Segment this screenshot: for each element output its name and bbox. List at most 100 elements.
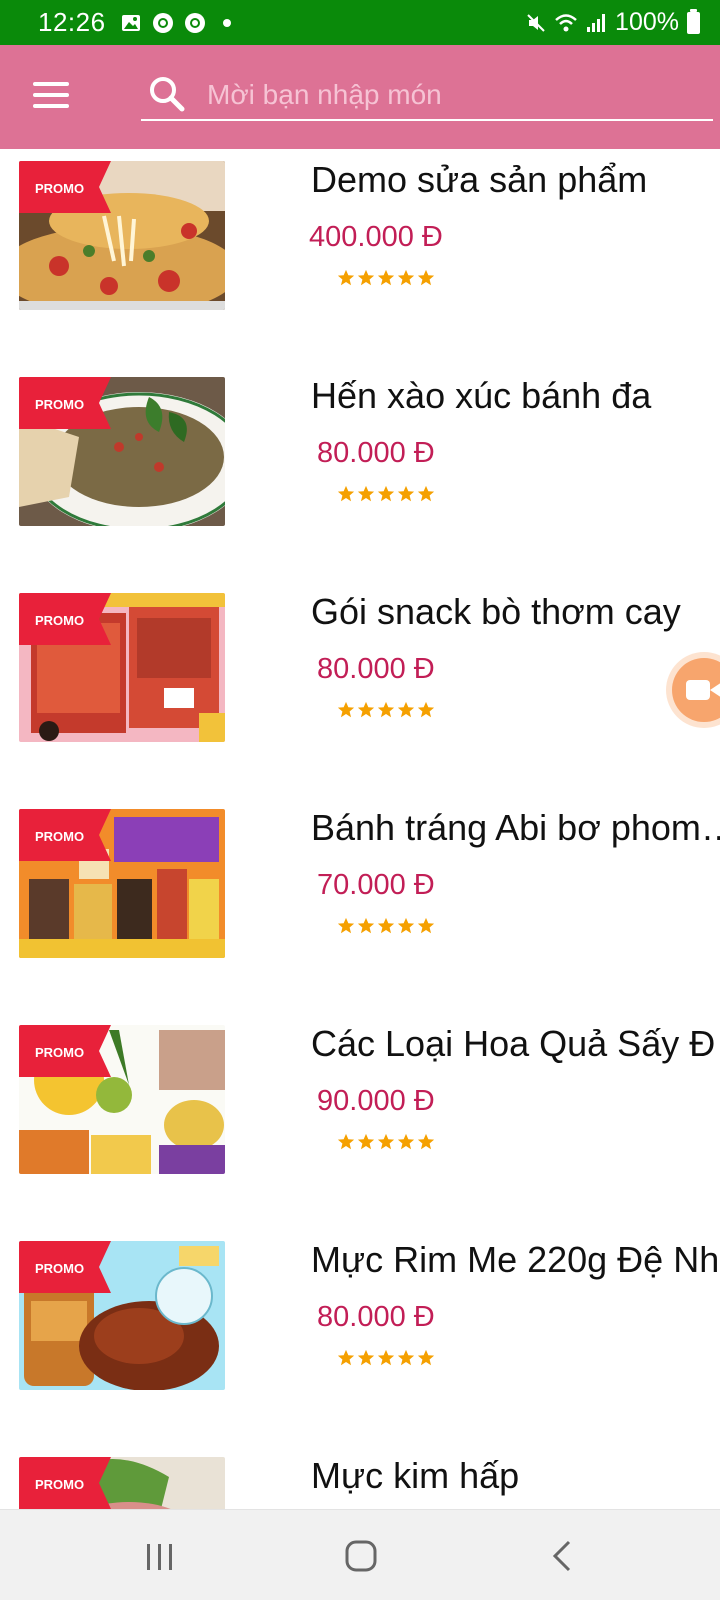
rating-stars xyxy=(337,701,435,719)
promo-badge: PROMO xyxy=(19,1241,111,1293)
battery-icon xyxy=(687,8,700,34)
star-icon xyxy=(357,917,375,934)
promo-label: PROMO xyxy=(35,181,84,196)
star-icon xyxy=(357,485,375,502)
product-image[interactable]: PROMO xyxy=(19,1241,225,1390)
star-icon xyxy=(377,1133,395,1150)
star-icon xyxy=(337,485,355,502)
app-bar xyxy=(0,45,720,149)
wifi-icon xyxy=(555,13,577,31)
promo-label: PROMO xyxy=(35,829,84,844)
product-price: 70.000 Đ xyxy=(317,869,435,901)
rating-stars xyxy=(337,1133,435,1151)
star-icon xyxy=(337,1349,355,1366)
star-icon xyxy=(417,701,435,718)
promo-label: PROMO xyxy=(35,1045,84,1060)
product-price: 90.000 Đ xyxy=(317,1085,435,1117)
promo-badge: PROMO xyxy=(19,593,111,645)
promo-label: PROMO xyxy=(35,397,84,412)
product-image[interactable]: PROMO xyxy=(19,593,225,742)
status-time: 12:26 xyxy=(38,7,106,37)
promo-label: PROMO xyxy=(35,613,84,628)
search-icon xyxy=(150,77,185,112)
product-name[interactable]: Mực kim hấp xyxy=(311,1455,519,1497)
product-item[interactable]: PROMO Hến xào xúc bánh đa 80.000 Đ xyxy=(0,365,720,581)
hamburger-icon-line xyxy=(33,104,69,108)
product-name[interactable]: Hến xào xúc bánh đa xyxy=(311,375,651,417)
star-icon xyxy=(357,1133,375,1150)
product-name[interactable]: Gói snack bò thơm cay xyxy=(311,591,681,633)
home-icon[interactable] xyxy=(331,1532,391,1580)
star-icon xyxy=(377,701,395,718)
product-image[interactable]: PROMO xyxy=(19,161,225,310)
signal-icon xyxy=(587,13,606,32)
star-icon xyxy=(397,485,415,502)
star-icon xyxy=(377,917,395,934)
product-item[interactable]: PROMO Các Loại Hoa Quả Sấy Đ 90.000 Đ xyxy=(0,1013,720,1229)
product-image[interactable]: PROMO xyxy=(19,377,225,526)
star-icon xyxy=(337,1133,355,1150)
promo-badge: PROMO xyxy=(19,377,111,429)
star-icon xyxy=(337,269,355,286)
product-price: 80.000 Đ xyxy=(317,437,435,469)
star-icon xyxy=(377,1349,395,1366)
image-icon xyxy=(121,14,140,31)
product-item[interactable]: PROMO Demo sửa sản phẩm 400.000 Đ xyxy=(0,149,720,365)
status-bar: 12:26 100% xyxy=(0,0,720,45)
recent-apps-icon[interactable] xyxy=(130,1532,190,1580)
product-name[interactable]: Các Loại Hoa Quả Sấy Đ xyxy=(311,1023,715,1065)
star-icon xyxy=(397,269,415,286)
status-right: 100% xyxy=(525,8,700,37)
product-price: 400.000 Đ xyxy=(309,221,443,253)
star-icon xyxy=(417,917,435,934)
star-icon xyxy=(417,269,435,286)
star-icon xyxy=(417,1133,435,1150)
product-name[interactable]: Mực Rim Me 220g Đệ Nh xyxy=(311,1239,719,1281)
chrome-icon xyxy=(152,12,173,33)
video-camera-icon xyxy=(686,680,720,700)
product-image[interactable]: PROMO xyxy=(19,1457,225,1509)
product-item[interactable]: PROMO Bánh tráng Abi bơ phom… 70.000 Đ xyxy=(0,797,720,1013)
star-icon xyxy=(417,485,435,502)
product-price: 80.000 Đ xyxy=(317,653,435,685)
rating-stars xyxy=(337,1349,435,1367)
product-name[interactable]: Bánh tráng Abi bơ phom… xyxy=(311,807,720,849)
product-image[interactable]: PROMO xyxy=(19,1025,225,1174)
star-icon xyxy=(397,1133,415,1150)
product-name[interactable]: Demo sửa sản phẩm xyxy=(311,159,647,201)
product-image[interactable]: PROMO xyxy=(19,809,225,958)
chrome-icon xyxy=(184,12,205,33)
rating-stars xyxy=(337,485,435,503)
star-icon xyxy=(377,269,395,286)
promo-label: PROMO xyxy=(35,1477,84,1492)
star-icon xyxy=(397,1349,415,1366)
product-item[interactable]: PROMO Mực Rim Me 220g Đệ Nh 80.000 Đ xyxy=(0,1229,720,1445)
hamburger-menu-button[interactable] xyxy=(28,75,74,115)
back-icon[interactable] xyxy=(533,1532,593,1580)
hamburger-icon-line xyxy=(33,93,69,97)
search-bar[interactable] xyxy=(141,71,713,121)
rating-stars xyxy=(337,917,435,935)
star-icon xyxy=(357,1349,375,1366)
dot-icon xyxy=(222,18,231,27)
promo-label: PROMO xyxy=(35,1261,84,1276)
hamburger-icon-line xyxy=(33,82,69,86)
product-list[interactable]: PROMO Demo sửa sản phẩm 400.000 Đ PROMO … xyxy=(0,149,720,1509)
promo-badge: PROMO xyxy=(19,1457,111,1509)
star-icon xyxy=(377,485,395,502)
search-input[interactable] xyxy=(207,79,687,111)
promo-badge: PROMO xyxy=(19,161,111,213)
rating-stars xyxy=(337,269,435,287)
system-navigation-bar xyxy=(0,1509,720,1600)
star-icon xyxy=(357,701,375,718)
battery-percent: 100% xyxy=(615,8,679,36)
star-icon xyxy=(337,917,355,934)
star-icon xyxy=(417,1349,435,1366)
product-item[interactable]: PROMO Mực kim hấp xyxy=(0,1445,720,1509)
product-price: 80.000 Đ xyxy=(317,1301,435,1333)
star-icon xyxy=(397,917,415,934)
app-screen: 12:26 100% Mời bạn nhập món PROMO Demo s… xyxy=(0,0,720,1600)
product-item[interactable]: PROMO Gói snack bò thơm cay 80.000 Đ xyxy=(0,581,720,797)
mute-icon xyxy=(527,13,545,32)
video-call-button[interactable] xyxy=(672,658,720,722)
